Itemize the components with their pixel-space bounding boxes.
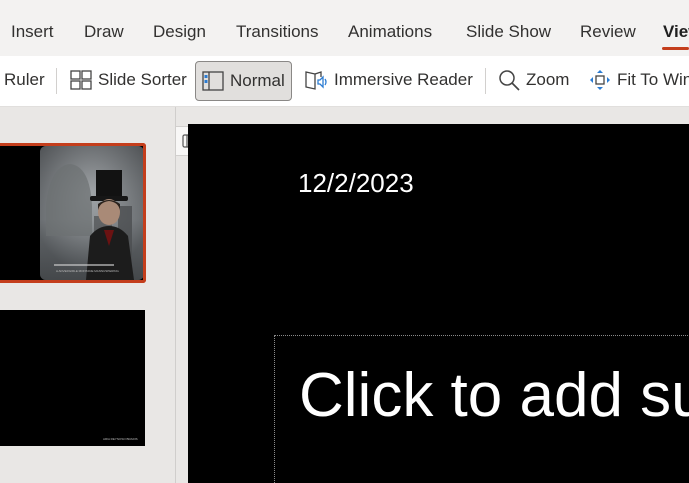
ruler-label: Ruler [4, 70, 45, 89]
slide-sorter-icon [70, 70, 92, 90]
ruler-toggle[interactable]: Ruler [4, 62, 45, 98]
immersive-reader-icon [304, 69, 328, 91]
immersive-reader-button[interactable]: Immersive Reader [304, 62, 473, 98]
normal-view-button[interactable]: Normal [195, 61, 292, 101]
zoom-button[interactable]: Zoom [498, 62, 569, 98]
active-tab-indicator [662, 47, 689, 50]
zoom-icon [498, 69, 520, 91]
thumbnail-caption: ARIA REYNOSO BRADIS [103, 437, 138, 441]
tab-draw[interactable]: Draw [84, 22, 124, 42]
immersive-reader-label: Immersive Reader [334, 70, 473, 89]
fit-to-window-label: Fit To Window [617, 70, 689, 89]
tab-view[interactable]: View [663, 22, 689, 42]
slide-sorter-button[interactable]: Slide Sorter [70, 62, 187, 98]
normal-view-label: Normal [230, 71, 285, 90]
slide-sorter-label: Slide Sorter [98, 70, 187, 89]
subtitle-placeholder-box[interactable]: Click to add subtitle [274, 335, 689, 483]
toolbar-separator [56, 68, 57, 94]
tab-transitions[interactable]: Transitions [236, 22, 319, 42]
fit-to-window-icon [589, 69, 611, 91]
view-toolbar: Ruler Slide Sorter Normal Immersive Read… [0, 56, 689, 107]
tab-insert[interactable]: Insert [11, 22, 54, 42]
current-slide[interactable]: 12/2/2023 Click to add subtitle [188, 124, 689, 483]
subtitle-placeholder: Click to add subtitle [299, 361, 689, 430]
thumbnail-caption: A ADVERGIRLE MONTANE MANNUSPERING [56, 269, 119, 273]
zoom-label: Zoom [526, 70, 570, 89]
slide-thumbnail-1[interactable]: A ADVERGIRLE MONTANE MANNUSPERING [0, 143, 146, 283]
tab-design[interactable]: Design [153, 22, 206, 42]
tab-slide-show[interactable]: Slide Show [466, 22, 551, 42]
normal-view-icon [202, 71, 224, 91]
fit-to-window-button[interactable]: Fit To Window [589, 62, 689, 98]
toolbar-separator [485, 68, 486, 94]
tab-animations[interactable]: Animations [348, 22, 432, 42]
tab-review[interactable]: Review [580, 22, 636, 42]
thumbnail-image [40, 146, 143, 280]
slide-thumbnail-2[interactable]: ARIA REYNOSO BRADIS [0, 310, 145, 446]
ribbon-tabs: Insert Draw Design Transitions Animation… [0, 0, 689, 56]
slide-date[interactable]: 12/2/2023 [298, 168, 414, 199]
